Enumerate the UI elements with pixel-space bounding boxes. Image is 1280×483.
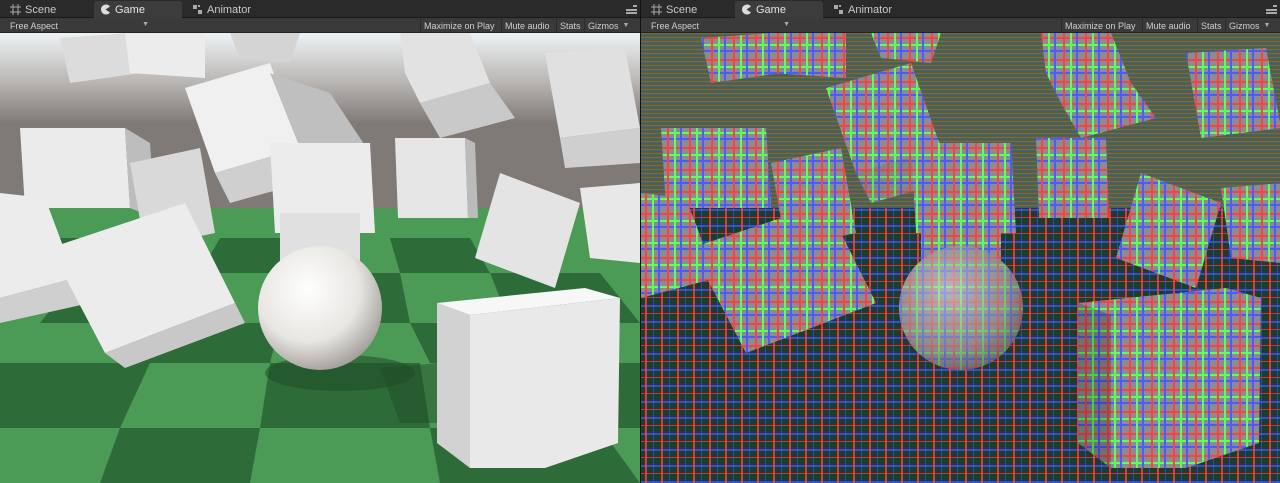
- front-cube: [437, 288, 620, 468]
- game-view-panel-right: Scene Game Animator Free Aspect ▼ Maximi…: [640, 0, 1280, 483]
- aspect-dropdown[interactable]: Free Aspect ▼: [645, 19, 793, 32]
- rendered-scene: [0, 33, 640, 483]
- maximize-on-play-button[interactable]: Maximize on Play: [420, 19, 498, 32]
- panel-menu-icon[interactable]: [626, 4, 637, 14]
- dropdown-arrow-icon: ▼: [1263, 22, 1271, 29]
- mute-audio-button[interactable]: Mute audio: [501, 19, 553, 32]
- tab-bar: Scene Game Animator: [641, 0, 1280, 18]
- scene-grid-icon: [10, 4, 21, 15]
- aspect-dropdown[interactable]: Free Aspect ▼: [4, 19, 152, 32]
- maximize-on-play-button[interactable]: Maximize on Play: [1061, 19, 1139, 32]
- game-toolbar: Free Aspect ▼ Maximize on Play Mute audi…: [0, 18, 640, 33]
- sphere: [258, 246, 382, 370]
- stats-button[interactable]: Stats: [556, 19, 584, 32]
- mute-audio-button[interactable]: Mute audio: [1142, 19, 1194, 32]
- gizmos-dropdown[interactable]: Gizmos ▼: [1225, 19, 1273, 32]
- tab-animator[interactable]: Animator: [827, 1, 900, 18]
- animator-icon: [833, 4, 844, 15]
- game-pacman-icon: [741, 4, 752, 15]
- game-toolbar: Free Aspect ▼ Maximize on Play Mute audi…: [641, 18, 1280, 33]
- tab-scene[interactable]: Scene: [4, 1, 64, 18]
- tab-animator[interactable]: Animator: [186, 1, 259, 18]
- tab-game[interactable]: Game: [94, 1, 182, 18]
- rendered-scene-debug: [641, 33, 1280, 483]
- stats-button[interactable]: Stats: [1197, 19, 1225, 32]
- scene-grid-icon: [651, 4, 662, 15]
- game-pacman-icon: [100, 4, 111, 15]
- dropdown-arrow-icon: ▼: [783, 21, 790, 28]
- game-view-panel-left: Scene Game Animator Free Aspect ▼ Maximi…: [0, 0, 640, 483]
- dropdown-arrow-icon: ▼: [622, 22, 630, 29]
- panel-menu-icon[interactable]: [1266, 4, 1277, 14]
- animator-icon: [192, 4, 203, 15]
- gizmos-dropdown[interactable]: Gizmos ▼: [584, 19, 632, 32]
- tab-scene[interactable]: Scene: [645, 1, 705, 18]
- dropdown-arrow-icon: ▼: [142, 21, 149, 28]
- front-cube: [1078, 288, 1261, 468]
- unity-editor-split: Scene Game Animator Free Aspect ▼ Maximi…: [0, 0, 1280, 483]
- tab-game[interactable]: Game: [735, 1, 823, 18]
- game-viewport[interactable]: [641, 33, 1280, 483]
- game-viewport[interactable]: [0, 33, 640, 483]
- tab-bar: Scene Game Animator: [0, 0, 640, 18]
